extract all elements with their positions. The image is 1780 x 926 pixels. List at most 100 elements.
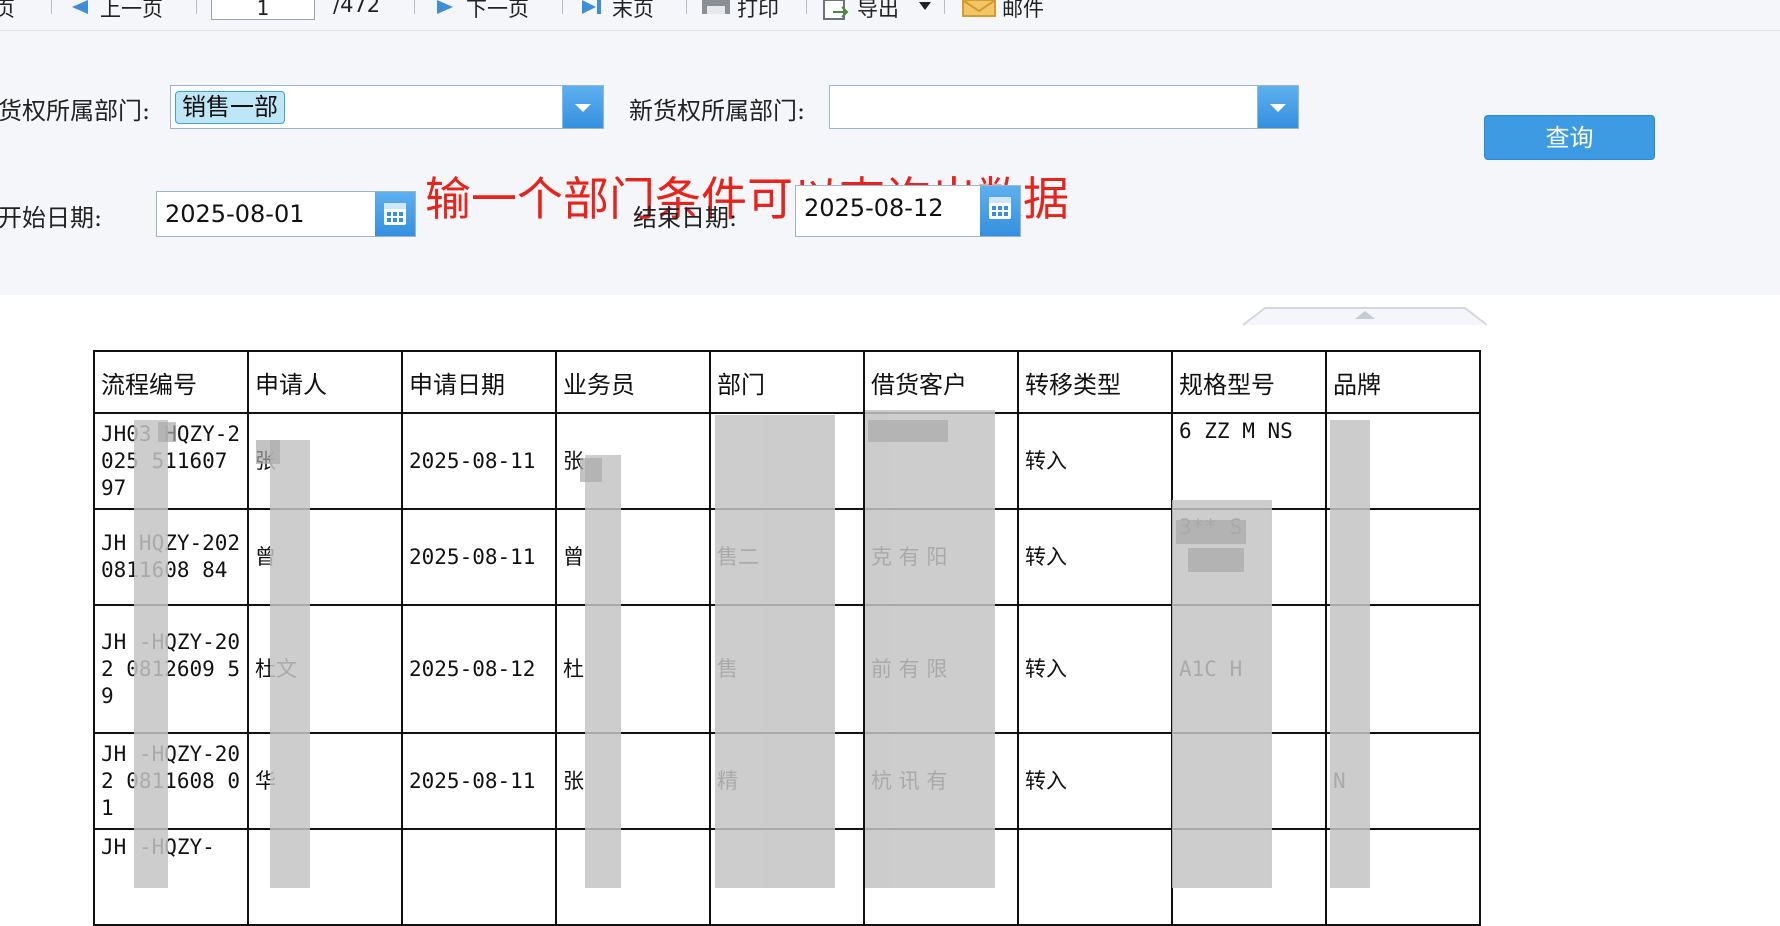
last-page-button[interactable]: 末页	[612, 0, 654, 23]
calendar-icon[interactable]	[375, 192, 415, 236]
brand-cell	[1325, 508, 1481, 606]
pager-toolbar: 页 上一页 /472 下一页 末页 打印 导出 邮件	[0, 0, 1780, 31]
mail-icon	[962, 0, 996, 17]
table-row[interactable]: JH -HQZY-202 0811608 01 华 2025-08-11 张 精…	[93, 732, 1481, 830]
new-dept-combobox[interactable]	[829, 85, 1299, 129]
export-icon	[823, 0, 849, 20]
calendar-icon[interactable]	[980, 186, 1020, 236]
brand-cell	[1325, 828, 1481, 926]
model-cell	[1171, 828, 1327, 926]
customer-cell: 杭 讯 有	[863, 732, 1019, 830]
customer-cell	[863, 412, 1019, 510]
apply-date-cell: 2025-08-11	[401, 412, 557, 510]
apply-date-cell: 2025-08-12	[401, 604, 557, 734]
column-header: 品牌	[1325, 350, 1481, 414]
first-page-button[interactable]: 页	[0, 0, 15, 23]
start-date-value: 2025-08-01	[165, 200, 305, 228]
next-page-icon	[437, 0, 453, 14]
flow-number-cell: JH -HQZY-202 0812609 59	[93, 604, 249, 734]
salesperson-cell: 曾	[555, 508, 711, 606]
last-page-icon	[582, 0, 601, 14]
end-date-field[interactable]: 2025-08-12	[795, 185, 1021, 237]
applicant-cell: 曾	[247, 508, 403, 606]
applicant-cell: 华	[247, 732, 403, 830]
collapse-panel-handle[interactable]	[1243, 306, 1487, 326]
chevron-down-icon[interactable]	[562, 86, 603, 128]
toolbar-divider	[196, 0, 197, 14]
export-button[interactable]: 导出	[857, 0, 899, 23]
brand-cell	[1325, 412, 1481, 510]
end-date-value: 2025-08-12	[804, 194, 944, 222]
salesperson-cell: 杜	[555, 604, 711, 734]
model-cell: 3** S	[1171, 508, 1327, 606]
department-cell	[709, 412, 865, 510]
flow-number-cell: JH HQZY-202 0811608 84	[93, 508, 249, 606]
model-cell: A1C H	[1171, 604, 1327, 734]
table-row[interactable]: JH HQZY-202 0811608 84 曾 2025-08-11 曾 售二…	[93, 508, 1481, 606]
department-cell: 精	[709, 732, 865, 830]
applicant-cell: 张	[247, 412, 403, 510]
column-header: 申请日期	[401, 350, 557, 414]
transfer-type-cell: 转入	[1017, 604, 1173, 734]
column-header: 业务员	[555, 350, 711, 414]
old-dept-label: 货权所属部门:	[0, 97, 151, 125]
query-panel: 货权所属部门: 销售一部 新货权所属部门: 查询 输一个部门条件可以查询出数据 …	[0, 31, 1780, 326]
flow-number-cell: JH03 HQZY-2025 511607 97	[93, 412, 249, 510]
department-cell: 售	[709, 604, 865, 734]
toolbar-divider	[686, 0, 687, 14]
column-header: 转移类型	[1017, 350, 1173, 414]
printer-icon	[702, 0, 730, 14]
department-cell: 售二	[709, 508, 865, 606]
transfer-type-cell: 转入	[1017, 508, 1173, 606]
model-cell	[1171, 732, 1327, 830]
page-number-input[interactable]	[211, 0, 315, 20]
apply-date-cell: 2025-08-11	[401, 732, 557, 830]
table-row[interactable]: JH -HQZY-	[93, 828, 1481, 926]
print-button[interactable]: 打印	[737, 0, 779, 23]
salesperson-cell: 张	[555, 732, 711, 830]
applicant-cell: 杜文	[247, 604, 403, 734]
transfer-records-table: 流程编号 申请人 申请日期 业务员 部门 借货客户 转移类型 规格型号 品牌 J…	[93, 350, 1481, 926]
customer-cell: 克 有 阳	[863, 508, 1019, 606]
chevron-down-icon[interactable]	[918, 0, 932, 12]
brand-cell: N	[1325, 732, 1481, 830]
column-header: 借货客户	[863, 350, 1019, 414]
table-row[interactable]: JH03 HQZY-2025 511607 97 张 2025-08-11 张 …	[93, 412, 1481, 510]
next-page-button[interactable]: 下一页	[466, 0, 529, 23]
selected-dept-tag[interactable]: 销售一部	[175, 91, 285, 124]
search-button[interactable]: 查询	[1484, 115, 1655, 160]
toolbar-divider	[51, 0, 52, 14]
apply-date-cell	[401, 828, 557, 926]
customer-cell	[863, 828, 1019, 926]
mail-button[interactable]: 邮件	[1002, 0, 1044, 23]
customer-cell: 前 有 限	[863, 604, 1019, 734]
table-row[interactable]: JH -HQZY-202 0812609 59 杜文 2025-08-12 杜 …	[93, 604, 1481, 734]
toolbar-divider	[806, 0, 807, 14]
transfer-type-cell	[1017, 828, 1173, 926]
department-cell	[709, 828, 865, 926]
column-header: 规格型号	[1171, 350, 1327, 414]
start-date-label: 开始日期:	[0, 204, 103, 232]
brand-cell	[1325, 604, 1481, 734]
column-header: 申请人	[247, 350, 403, 414]
start-date-field[interactable]: 2025-08-01	[156, 191, 416, 237]
applicant-cell	[247, 828, 403, 926]
new-dept-label: 新货权所属部门:	[629, 97, 806, 125]
column-header: 流程编号	[93, 350, 249, 414]
chevron-down-icon[interactable]	[1257, 86, 1298, 128]
transfer-type-cell: 转入	[1017, 732, 1173, 830]
toolbar-divider	[414, 0, 415, 14]
prev-page-button[interactable]: 上一页	[100, 0, 163, 23]
old-dept-combobox[interactable]: 销售一部	[170, 85, 604, 129]
toolbar-divider	[562, 0, 563, 14]
salesperson-cell	[555, 828, 711, 926]
column-header: 部门	[709, 350, 865, 414]
flow-number-cell: JH -HQZY-	[93, 828, 249, 926]
transfer-type-cell: 转入	[1017, 412, 1173, 510]
toolbar-divider	[944, 0, 945, 14]
salesperson-cell: 张	[555, 412, 711, 510]
model-cell: 6 ZZ M NS	[1171, 412, 1327, 510]
total-pages-text: /472	[333, 0, 381, 17]
apply-date-cell: 2025-08-11	[401, 508, 557, 606]
flow-number-cell: JH -HQZY-202 0811608 01	[93, 732, 249, 830]
